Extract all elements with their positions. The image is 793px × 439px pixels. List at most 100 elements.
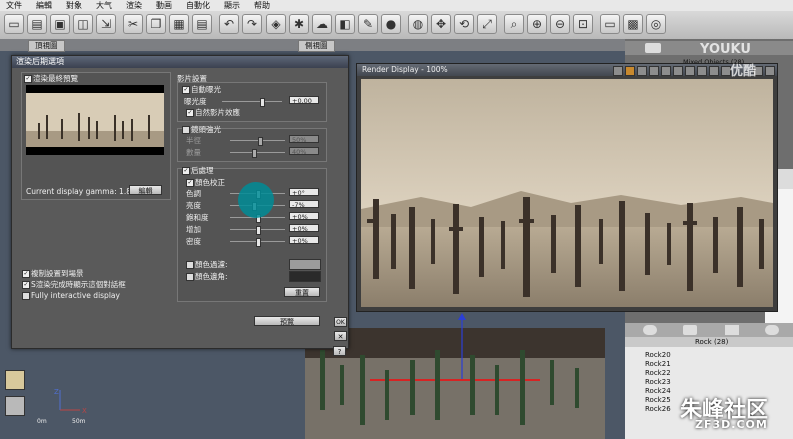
- navigate-icon[interactable]: [5, 370, 25, 390]
- zoom-icon[interactable]: ⌕: [504, 14, 524, 34]
- material-ball-icon[interactable]: [683, 325, 697, 335]
- menu-animation[interactable]: 動画: [150, 0, 180, 11]
- tab-top-view[interactable]: 頂視圖: [28, 40, 65, 52]
- hue-value[interactable]: +0°: [289, 188, 319, 197]
- help-button[interactable]: ?: [333, 346, 346, 356]
- radius-value[interactable]: 50%: [289, 135, 319, 144]
- gain-thumb[interactable]: [256, 226, 261, 235]
- menu-file[interactable]: 文件: [0, 0, 30, 11]
- material-icon[interactable]: ◍: [408, 14, 428, 34]
- link-icon[interactable]: [765, 325, 779, 335]
- lens-checkbox[interactable]: [182, 126, 190, 134]
- density-thumb[interactable]: [256, 238, 261, 247]
- density-value[interactable]: +0%: [289, 236, 319, 245]
- columns-icon[interactable]: [725, 325, 739, 335]
- list-item[interactable]: Rock21: [645, 360, 671, 368]
- menu-atmosphere[interactable]: 大气: [90, 0, 120, 11]
- film-icon[interactable]: ▭: [600, 14, 620, 34]
- render-scene-icon[interactable]: ◎: [646, 14, 666, 34]
- radius-slider[interactable]: [230, 137, 285, 146]
- color-correction-checkbox[interactable]: ✓: [186, 179, 194, 187]
- list-item[interactable]: Rock25: [645, 396, 671, 404]
- amount-value[interactable]: 40%: [289, 147, 319, 156]
- cancel-button[interactable]: ✕: [334, 331, 347, 341]
- import-icon[interactable]: ⇲: [96, 14, 116, 34]
- render-tool-icon[interactable]: [697, 66, 707, 76]
- render-tool-icon[interactable]: [661, 66, 671, 76]
- object-icon[interactable]: ◧: [335, 14, 355, 34]
- light-icon[interactable]: ✱: [289, 14, 309, 34]
- exposure-slider[interactable]: [222, 98, 282, 107]
- pen-icon[interactable]: [645, 43, 661, 53]
- show-dialog-checkbox[interactable]: ✓: [22, 281, 30, 289]
- preview-button[interactable]: 預覽: [254, 316, 320, 326]
- edit-button[interactable]: 編輯: [129, 185, 162, 195]
- natural-film-checkbox[interactable]: ✓: [186, 109, 194, 117]
- save-icon[interactable]: ▣: [50, 14, 70, 34]
- select-icon[interactable]: ◈: [266, 14, 286, 34]
- color-vignette-swatch[interactable]: [289, 271, 321, 282]
- copy-icon[interactable]: ❐: [146, 14, 166, 34]
- paste-icon[interactable]: ▦: [169, 14, 189, 34]
- edit-icon[interactable]: ✎: [358, 14, 378, 34]
- render-tool-icon[interactable]: [625, 66, 635, 76]
- render-icon[interactable]: ◫: [73, 14, 93, 34]
- image-icon[interactable]: ▩: [623, 14, 643, 34]
- render-tool-icon[interactable]: [685, 66, 695, 76]
- rock-group-header[interactable]: Rock (28): [625, 337, 793, 347]
- color-vignette-checkbox[interactable]: [186, 273, 194, 281]
- exposure-value[interactable]: +0.00: [289, 96, 319, 105]
- copy-to-scene-checkbox[interactable]: ✓: [22, 270, 30, 278]
- preview-checkbox[interactable]: ✓: [24, 75, 32, 83]
- render-tool-icon[interactable]: [613, 66, 623, 76]
- list-item[interactable]: Rock24: [645, 387, 671, 395]
- menu-render[interactable]: 渲染: [120, 0, 150, 11]
- color-filter-swatch[interactable]: [289, 259, 321, 270]
- list-item[interactable]: Rock20: [645, 351, 671, 359]
- fully-interactive-checkbox[interactable]: [22, 292, 30, 300]
- undo-icon[interactable]: ↶: [219, 14, 239, 34]
- reset-button[interactable]: 重置: [284, 287, 320, 297]
- density-slider[interactable]: [230, 238, 285, 247]
- menu-help[interactable]: 帮助: [248, 0, 278, 11]
- open-icon[interactable]: ▤: [27, 14, 47, 34]
- zoom-out-icon[interactable]: ⊖: [550, 14, 570, 34]
- amount-slider[interactable]: [230, 149, 285, 158]
- menu-edit[interactable]: 編輯: [30, 0, 60, 11]
- rotate-icon[interactable]: ⟲: [454, 14, 474, 34]
- menu-object[interactable]: 對象: [60, 0, 90, 11]
- brightness-value[interactable]: -7%: [289, 200, 319, 209]
- exposure-thumb[interactable]: [260, 98, 265, 107]
- render-tool-icon[interactable]: [637, 66, 647, 76]
- gain-value[interactable]: +0%: [289, 224, 319, 233]
- redo-icon[interactable]: ↷: [242, 14, 262, 34]
- saturation-value[interactable]: +0%: [289, 212, 319, 221]
- scale-icon[interactable]: ⤢: [477, 14, 497, 34]
- palette-icon[interactable]: ●: [381, 14, 401, 34]
- color-filter-checkbox[interactable]: [186, 261, 194, 269]
- close-icon[interactable]: [765, 66, 775, 76]
- new-icon[interactable]: ▭: [4, 14, 24, 34]
- cut-icon[interactable]: ✂: [123, 14, 143, 34]
- render-tool-icon[interactable]: [709, 66, 719, 76]
- rotate-view-icon[interactable]: [5, 396, 25, 416]
- list-item[interactable]: Rock23: [645, 378, 671, 386]
- amount-thumb[interactable]: [252, 149, 257, 158]
- list-item[interactable]: Rock22: [645, 369, 671, 377]
- render-tool-icon[interactable]: [649, 66, 659, 76]
- zoom-in-icon[interactable]: ⊕: [527, 14, 547, 34]
- list-item[interactable]: Rock26: [645, 405, 671, 413]
- render-tool-icon[interactable]: [673, 66, 683, 76]
- radius-thumb[interactable]: [258, 137, 263, 146]
- post-process-checkbox[interactable]: ✓: [182, 167, 190, 175]
- gain-slider[interactable]: [230, 226, 285, 235]
- move-icon[interactable]: ✥: [431, 14, 451, 34]
- menu-display[interactable]: 顯示: [218, 0, 248, 11]
- sphere-icon[interactable]: [643, 325, 657, 335]
- ok-button[interactable]: OK: [334, 317, 347, 327]
- auto-exposure-checkbox[interactable]: ✓: [182, 86, 190, 94]
- fit-icon[interactable]: ⊡: [573, 14, 593, 34]
- tab-side-view[interactable]: 側視圖: [298, 40, 335, 52]
- menu-automation[interactable]: 自動化: [180, 0, 218, 11]
- atmosphere-icon[interactable]: ☁: [312, 14, 332, 34]
